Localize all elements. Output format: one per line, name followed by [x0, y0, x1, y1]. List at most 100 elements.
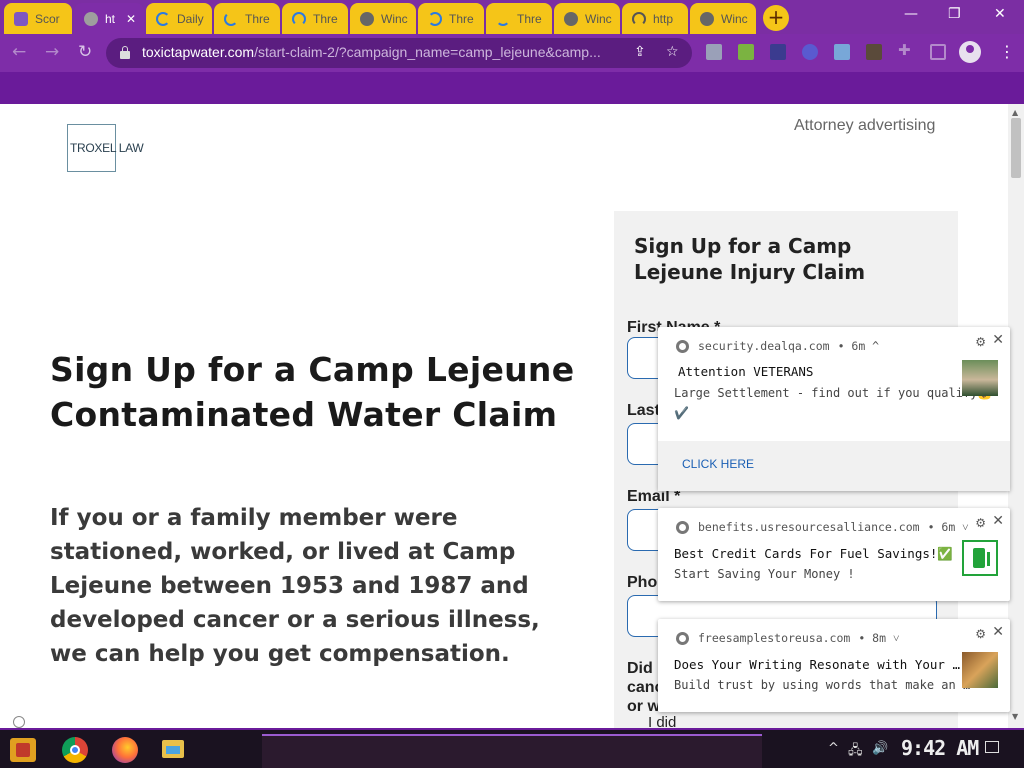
settings-gear-icon[interactable]: ⚙ [975, 627, 986, 641]
notification-source: benefits.usresourcesalliance.com [698, 520, 920, 534]
browser-tab[interactable]: Scor [4, 3, 72, 34]
firefox-taskbar-icon[interactable] [112, 737, 138, 763]
close-icon[interactable]: ✕ [992, 624, 1004, 640]
restore-icon[interactable]: ❐ [948, 6, 961, 22]
browser-tab[interactable]: Winc [350, 3, 416, 34]
chrome-taskbar-icon[interactable] [62, 737, 88, 763]
notification-card[interactable]: security.dealqa.com • 6m ^ ⚙ ✕ Attention… [658, 327, 1010, 491]
extensions-puzzle-icon[interactable]: ✚ [898, 41, 914, 59]
scrollbar-thumb[interactable] [1011, 118, 1021, 178]
settings-gear-icon[interactable]: ⚙ [975, 335, 986, 349]
share-icon[interactable]: ⇪ [634, 44, 646, 60]
browser-tab[interactable]: Winc [690, 3, 756, 34]
click-here-action[interactable]: CLICK HERE [658, 441, 1010, 491]
notification-source: freesamplestoreusa.com [698, 631, 851, 645]
scroll-down-icon[interactable]: ▼ [1012, 712, 1018, 721]
click-here-link[interactable]: CLICK HERE [682, 457, 754, 471]
phone-label: Pho [627, 574, 658, 591]
browser-toolbar: ← → ↻ toxictapwater.com/start-claim-2/?c… [0, 34, 1024, 72]
notification-source: security.dealqa.com [698, 339, 830, 353]
veterans-thumbnail [962, 360, 998, 396]
close-icon[interactable]: ✕ [992, 332, 1004, 348]
notification-time: • 6m ˅ [927, 520, 969, 534]
extension-icon[interactable] [866, 44, 882, 60]
scroll-up-icon[interactable]: ▲ [1012, 108, 1018, 117]
chrome-icon [676, 631, 689, 645]
forward-icon[interactable]: → [45, 42, 59, 62]
loading-icon [496, 12, 510, 26]
taskbar: ^ 🖧 🔊 9:42 AM [0, 728, 1024, 768]
extension-icon[interactable] [802, 44, 818, 60]
last-name-label: Last [627, 402, 660, 419]
site-header-bar [0, 72, 1024, 104]
troxel-law-logo[interactable]: TROXEL LAW [67, 124, 144, 172]
clock[interactable]: 9:42 AM [901, 736, 979, 760]
browser-tab[interactable]: Winc [554, 3, 620, 34]
notification-time: • 6m ^ [837, 339, 880, 353]
notification-card[interactable]: benefits.usresourcesalliance.com • 6m ˅ … [658, 508, 1010, 601]
notification-message-checkmark: ✔️ [674, 406, 689, 420]
browser-tab[interactable]: http [622, 3, 688, 34]
notification-title: Best Credit Cards For Fuel Savings!✅ [674, 546, 953, 561]
network-icon[interactable]: 🖧 [848, 741, 863, 763]
browser-tab[interactable]: Thre [214, 3, 280, 34]
form-title: Sign Up for a Camp Lejeune Injury Claim [634, 234, 866, 284]
close-icon[interactable]: ✕ [992, 513, 1004, 529]
question-line: Did [627, 660, 653, 677]
menu-kebab-icon[interactable]: ⋮ [999, 42, 1015, 61]
notification-message: Build trust by using words that make an … [674, 678, 971, 692]
notification-message: Large Settlement - find out if you quali… [674, 386, 993, 400]
s-favicon-icon [14, 11, 28, 26]
notification-time: • 8m ˅ [858, 631, 900, 645]
globe-icon [84, 11, 98, 26]
tray-chevron-icon[interactable]: ^ [828, 741, 839, 756]
globe-icon [700, 11, 714, 26]
loading-icon [632, 11, 646, 26]
tab-strip: Scor ht ✕ Daily Thre Thre Winc Thre Thre… [0, 0, 1024, 34]
start-button[interactable] [10, 738, 36, 762]
lock-icon[interactable] [120, 46, 130, 59]
attorney-advertising-label: Attorney advertising [794, 117, 936, 134]
browser-tab-active[interactable]: ht ✕ [74, 3, 144, 34]
action-center-icon[interactable] [985, 741, 999, 753]
globe-icon [564, 11, 578, 26]
i-did-radio[interactable] [13, 716, 25, 728]
notification-message: Start Saving Your Money ! [674, 567, 855, 581]
globe-icon [360, 11, 374, 26]
chrome-icon [676, 520, 689, 534]
reload-icon[interactable]: ↻ [78, 42, 92, 62]
close-tab-icon[interactable]: ✕ [126, 12, 136, 26]
page-description: If you or a family member were stationed… [50, 505, 540, 667]
fuel-pump-icon [962, 540, 998, 576]
address-bar[interactable]: toxictapwater.com/start-claim-2/?campaig… [106, 38, 692, 68]
extension-icon[interactable] [770, 44, 786, 60]
loading-icon [224, 11, 238, 26]
notification-title: Attention VETERANS [678, 364, 814, 379]
browser-tab[interactable]: Thre [282, 3, 348, 34]
side-panel-icon[interactable] [930, 44, 946, 60]
file-explorer-icon[interactable] [162, 740, 184, 758]
new-tab-button[interactable]: + [763, 5, 789, 31]
loading-icon [292, 11, 306, 26]
notification-card[interactable]: freesamplestoreusa.com • 8m ˅ ⚙ ✕ Does Y… [658, 619, 1010, 712]
bookmark-star-icon[interactable]: ☆ [666, 44, 679, 60]
page-headline: Sign Up for a Camp Lejeune Contaminated … [50, 350, 575, 434]
i-did-label: I did [648, 714, 677, 728]
extension-icon[interactable] [834, 44, 850, 60]
extension-icon[interactable] [706, 44, 722, 60]
browser-tab[interactable]: Thre [418, 3, 484, 34]
back-icon[interactable]: ← [12, 42, 26, 62]
loading-icon [428, 11, 442, 26]
extension-icon[interactable] [738, 44, 754, 60]
volume-icon[interactable]: 🔊 [872, 741, 888, 756]
profile-avatar[interactable] [959, 41, 981, 63]
settings-gear-icon[interactable]: ⚙ [975, 516, 986, 530]
close-window-icon[interactable]: ✕ [994, 6, 1006, 22]
page-scrollbar[interactable]: ▲ ▼ [1008, 104, 1024, 728]
browser-tab[interactable]: Daily [146, 3, 212, 34]
browser-tab[interactable]: Thre [486, 3, 552, 34]
taskbar-window-preview [262, 734, 762, 768]
url-text[interactable]: toxictapwater.com/start-claim-2/?campaig… [142, 44, 622, 60]
minimize-icon[interactable]: — [904, 6, 918, 22]
loading-icon [156, 11, 170, 26]
